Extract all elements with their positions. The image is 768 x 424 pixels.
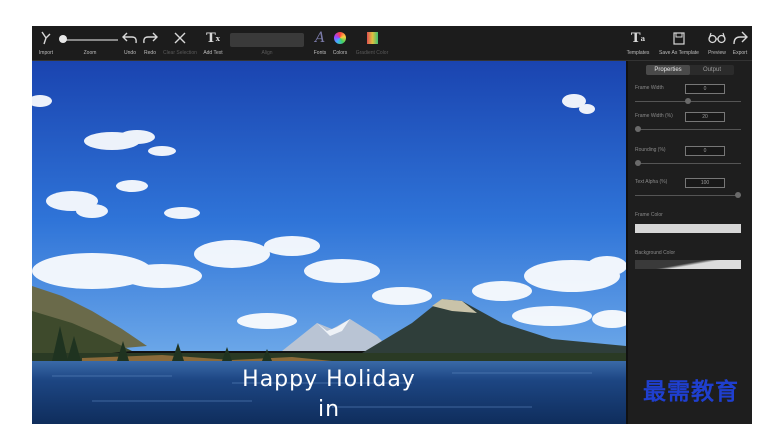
- save-icon: [673, 28, 685, 48]
- fonts-button[interactable]: A Fonts: [311, 28, 329, 56]
- photo-canvas[interactable]: Happy Holiday in: [32, 61, 626, 424]
- tab-output[interactable]: Output: [690, 65, 734, 75]
- text-alpha-knob[interactable]: [735, 192, 741, 198]
- caption-line-2[interactable]: in: [32, 397, 626, 422]
- font-icon: A: [314, 30, 326, 46]
- rounding-knob[interactable]: [635, 160, 641, 166]
- rounding-label: Rounding (%): [635, 147, 666, 153]
- frame-width-pct-label: Frame Width (%): [635, 113, 673, 119]
- frame-width-label: Frame Width: [635, 85, 664, 91]
- frame-width-pct-slider[interactable]: [635, 129, 741, 130]
- redo-label: Redo: [144, 50, 156, 56]
- templates-button[interactable]: Ta Templates: [624, 28, 652, 57]
- undo-button[interactable]: Undo: [120, 28, 140, 56]
- text-icon: Tx: [206, 30, 220, 46]
- zoom-label: Zoom: [83, 50, 97, 56]
- toolbar: Import Zoom Undo Redo Clear Selection T …: [32, 26, 752, 61]
- templates-label: Templates: [626, 50, 650, 56]
- templates-icon: Ta: [630, 30, 646, 46]
- save-as-template-button[interactable]: Save As Template: [655, 28, 703, 56]
- caption-line-1[interactable]: Happy Holiday: [32, 367, 626, 392]
- undo-icon: [122, 28, 138, 48]
- save-as-template-label: Save As Template: [659, 50, 699, 56]
- zoom-control[interactable]: Zoom: [72, 28, 108, 56]
- undo-label: Undo: [124, 50, 136, 56]
- fonts-label: Fonts: [313, 50, 327, 56]
- zoom-slider-track[interactable]: [62, 39, 118, 41]
- background-color-swatch[interactable]: [635, 260, 741, 269]
- frame-width-knob[interactable]: [685, 98, 691, 104]
- add-text-label: Add Text: [203, 50, 223, 56]
- gradient-icon: [366, 28, 378, 48]
- watermark-logo: 最需教育: [643, 378, 739, 405]
- align-control[interactable]: [230, 33, 304, 47]
- colors-button[interactable]: Colors: [330, 28, 350, 56]
- gradient-color-button[interactable]: Gradient Color: [352, 28, 392, 56]
- align-label-wrap: Align: [254, 50, 280, 56]
- app-window: Import Zoom Undo Redo Clear Selection T …: [32, 26, 752, 424]
- clear-selection-button[interactable]: Clear Selection: [162, 28, 198, 56]
- redo-button[interactable]: Redo: [140, 28, 160, 56]
- frame-width-field[interactable]: 0: [685, 84, 725, 94]
- frame-width-pct-knob[interactable]: [635, 126, 641, 132]
- frame-color-label: Frame Color: [635, 212, 663, 218]
- import-icon: [39, 28, 53, 48]
- preview-label: Preview: [708, 50, 726, 56]
- text-alpha-field[interactable]: 100: [685, 178, 725, 188]
- preview-button[interactable]: Preview: [705, 28, 729, 56]
- clear-selection-label: Clear Selection: [163, 50, 197, 56]
- color-wheel-icon: [334, 28, 346, 48]
- frame-width-pct-field[interactable]: 20: [685, 112, 725, 122]
- text-alpha-slider[interactable]: [635, 195, 741, 196]
- close-icon: [173, 28, 187, 48]
- redo-icon: [142, 28, 158, 48]
- rounding-field[interactable]: 0: [685, 146, 725, 156]
- frame-color-swatch[interactable]: [635, 224, 741, 233]
- import-label: Import: [38, 50, 54, 56]
- export-icon: [732, 28, 748, 48]
- align-label: Align: [261, 50, 273, 56]
- panel-tabs: Properties Output: [646, 65, 734, 75]
- add-text-button[interactable]: Tx Add Text: [200, 28, 226, 57]
- zoom-slider-knob[interactable]: [59, 35, 67, 43]
- properties-panel: Properties Output Frame Width 0 Frame Wi…: [628, 61, 752, 424]
- background-color-label: Background Color: [635, 250, 676, 256]
- gradient-color-label: Gradient Color: [355, 50, 389, 56]
- text-alpha-label: Text Alpha (%): [635, 179, 668, 185]
- export-button[interactable]: Export: [730, 28, 750, 56]
- export-label: Export: [732, 50, 748, 56]
- rounding-slider[interactable]: [635, 163, 741, 164]
- tab-properties[interactable]: Properties: [646, 65, 690, 75]
- colors-label: Colors: [332, 50, 348, 56]
- import-button[interactable]: Import: [35, 28, 57, 56]
- glasses-icon: [708, 28, 726, 48]
